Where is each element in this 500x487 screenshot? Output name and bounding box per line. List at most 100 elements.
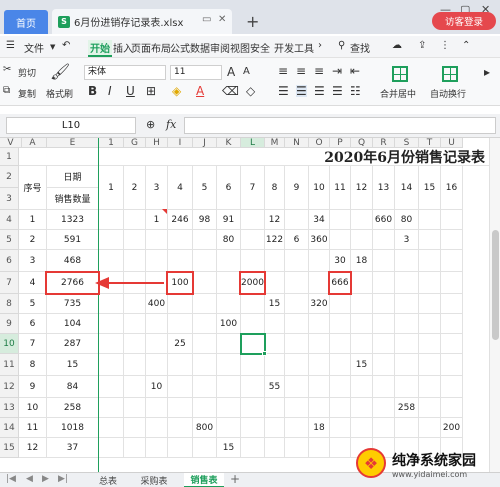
more-menu-icon[interactable]: › bbox=[318, 40, 322, 51]
day-cell[interactable] bbox=[330, 334, 351, 354]
day-cell[interactable] bbox=[168, 418, 193, 438]
qty-cell[interactable]: 1018 bbox=[47, 418, 99, 438]
day-cell[interactable] bbox=[419, 272, 441, 294]
day-cell[interactable] bbox=[241, 210, 265, 230]
row-header[interactable]: 14 bbox=[0, 418, 19, 438]
copy-button[interactable]: 复制 bbox=[18, 87, 36, 100]
format-painter-button[interactable]: 格式刷 bbox=[46, 87, 73, 100]
day-cell[interactable] bbox=[168, 438, 193, 458]
day-cell[interactable] bbox=[330, 210, 351, 230]
day-cell[interactable] bbox=[168, 294, 193, 314]
day-cell[interactable] bbox=[373, 230, 395, 250]
row-header[interactable]: 6 bbox=[0, 250, 19, 272]
menu-file[interactable]: 文件 bbox=[24, 40, 44, 55]
column-header[interactable]: A bbox=[19, 138, 47, 148]
chevron-down-icon[interactable]: ▼ bbox=[50, 43, 55, 51]
cloud-icon[interactable]: ☁ bbox=[392, 40, 402, 51]
day-cell[interactable] bbox=[330, 418, 351, 438]
day-cell[interactable] bbox=[309, 334, 330, 354]
fill-handle[interactable] bbox=[262, 351, 267, 356]
day-cell[interactable]: 258 bbox=[395, 398, 419, 418]
qty-cell[interactable]: 84 bbox=[47, 376, 99, 398]
indent-icon[interactable]: ⇥ bbox=[332, 65, 342, 77]
increase-font-icon[interactable]: A bbox=[227, 66, 235, 78]
day-cell[interactable]: 80 bbox=[395, 210, 419, 230]
day-cell[interactable] bbox=[146, 418, 168, 438]
day-cell[interactable] bbox=[99, 210, 124, 230]
scrollbar-thumb[interactable] bbox=[492, 230, 499, 340]
day-cell[interactable] bbox=[146, 314, 168, 334]
row-header[interactable]: 11 bbox=[0, 354, 19, 376]
day-cell[interactable] bbox=[168, 314, 193, 334]
day-cell[interactable] bbox=[441, 250, 463, 272]
day-cell[interactable] bbox=[351, 272, 373, 294]
day-cell[interactable] bbox=[351, 314, 373, 334]
day-cell[interactable] bbox=[351, 210, 373, 230]
day-cell[interactable] bbox=[265, 314, 285, 334]
day-cell[interactable] bbox=[419, 398, 441, 418]
row-header[interactable]: 5 bbox=[0, 230, 19, 250]
row-header[interactable]: 7 bbox=[0, 272, 19, 294]
day-cell[interactable] bbox=[168, 354, 193, 376]
qty-cell[interactable]: 287 bbox=[47, 334, 99, 354]
day-cell[interactable]: 246 bbox=[168, 210, 193, 230]
day-cell[interactable] bbox=[285, 334, 309, 354]
day-cell[interactable]: 12 bbox=[265, 210, 285, 230]
day-cell[interactable] bbox=[395, 418, 419, 438]
day-cell[interactable] bbox=[441, 230, 463, 250]
day-cell[interactable] bbox=[265, 354, 285, 376]
menu-security[interactable]: 安全 bbox=[250, 40, 270, 55]
row-header[interactable]: 3 bbox=[0, 188, 19, 210]
day-cell[interactable]: 55 bbox=[265, 376, 285, 398]
day-cell[interactable] bbox=[99, 314, 124, 334]
row-header[interactable]: 13 bbox=[0, 398, 19, 418]
day-cell[interactable] bbox=[419, 250, 441, 272]
align-middle-icon[interactable]: ≡ bbox=[296, 65, 306, 77]
day-cell[interactable]: 15 bbox=[351, 354, 373, 376]
day-cell[interactable] bbox=[217, 398, 241, 418]
day-cell[interactable] bbox=[395, 354, 419, 376]
outdent-icon[interactable]: ⇤ bbox=[350, 65, 360, 77]
menu-review[interactable]: 审阅 bbox=[210, 40, 230, 55]
sheet-tab-sales[interactable]: 销售表 bbox=[184, 473, 224, 487]
cut-button[interactable]: 剪切 bbox=[18, 66, 36, 79]
day-cell[interactable]: 34 bbox=[309, 210, 330, 230]
day-cell[interactable] bbox=[441, 314, 463, 334]
day-cell[interactable] bbox=[330, 376, 351, 398]
day-cell[interactable] bbox=[99, 334, 124, 354]
day-cell[interactable] bbox=[351, 376, 373, 398]
day-cell[interactable]: 100 bbox=[217, 314, 241, 334]
day-cell[interactable] bbox=[265, 418, 285, 438]
day-cell[interactable] bbox=[124, 294, 146, 314]
day-cell[interactable] bbox=[168, 250, 193, 272]
day-cell[interactable]: 320 bbox=[309, 294, 330, 314]
day-cell[interactable] bbox=[351, 334, 373, 354]
ribbon-more-icon[interactable]: ▸ bbox=[484, 66, 490, 78]
day-cell[interactable] bbox=[419, 334, 441, 354]
day-cell[interactable] bbox=[285, 314, 309, 334]
day-cell[interactable] bbox=[124, 354, 146, 376]
monitor-icon[interactable]: ▭ bbox=[202, 14, 211, 25]
menu-insert[interactable]: 插入 bbox=[113, 40, 133, 55]
menu-home[interactable]: 开始 bbox=[88, 40, 112, 57]
scissors-icon[interactable]: ✂ bbox=[3, 65, 11, 75]
column-header[interactable]: Q bbox=[351, 138, 373, 148]
day-cell[interactable]: 400 bbox=[146, 294, 168, 314]
day-cell[interactable] bbox=[146, 230, 168, 250]
wrap-text-icon[interactable] bbox=[442, 66, 458, 82]
day-cell[interactable] bbox=[419, 418, 441, 438]
day-cell[interactable] bbox=[193, 314, 217, 334]
qty-cell[interactable]: 591 bbox=[47, 230, 99, 250]
day-cell[interactable] bbox=[309, 398, 330, 418]
day-cell[interactable] bbox=[419, 210, 441, 230]
day-cell[interactable] bbox=[124, 314, 146, 334]
qty-cell[interactable]: 258 bbox=[47, 398, 99, 418]
day-cell[interactable] bbox=[373, 354, 395, 376]
day-cell[interactable]: 30 bbox=[330, 250, 351, 272]
day-cell[interactable] bbox=[99, 398, 124, 418]
seq-cell[interactable]: 10 bbox=[19, 398, 47, 418]
day-cell[interactable] bbox=[124, 418, 146, 438]
font-color-icon[interactable]: A bbox=[196, 85, 204, 97]
qty-cell[interactable]: 37 bbox=[47, 438, 99, 458]
day-cell[interactable] bbox=[441, 294, 463, 314]
